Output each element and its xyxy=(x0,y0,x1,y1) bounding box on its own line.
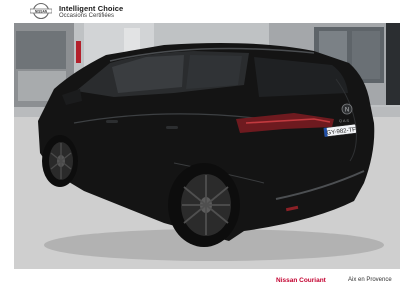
front-wheel xyxy=(42,135,78,187)
rear-badge-text: N xyxy=(345,107,349,113)
nissan-logo-icon: NISSAN xyxy=(30,2,52,20)
dealer-city: Aix en Provence xyxy=(348,277,392,283)
dealer-name: Nissan Couriant xyxy=(276,277,326,284)
model-badge: Q A S xyxy=(339,118,350,123)
brand-subtitle: Occasions Certifiées xyxy=(59,12,115,19)
logo-text: NISSAN xyxy=(35,9,48,13)
red-sign xyxy=(76,41,81,63)
vehicle-listing-frame: NISSAN Intelligent Choice Occasions Cert… xyxy=(0,0,410,291)
vehicle-photo: N Q A S GY-982-TF xyxy=(14,23,400,269)
rear-wheel xyxy=(168,163,240,247)
footer-bar: Nissan Couriant Aix en Provence xyxy=(14,269,400,291)
header-bar: NISSAN Intelligent Choice Occasions Cert… xyxy=(14,0,400,23)
